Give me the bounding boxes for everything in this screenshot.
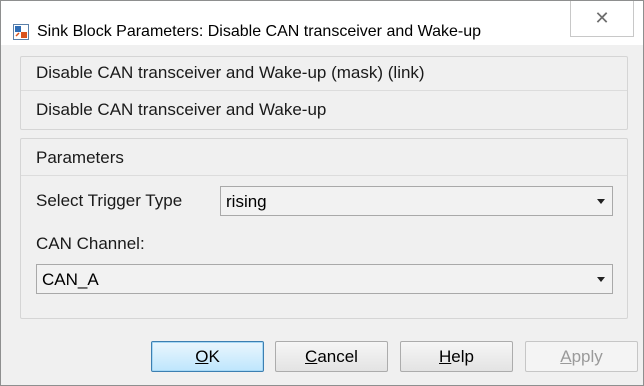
ok-label-rest: K	[208, 346, 220, 366]
cancel-button[interactable]: Cancel	[275, 341, 388, 372]
block-parameters-icon	[13, 24, 29, 40]
apply-mnemonic: A	[560, 346, 572, 366]
can-channel-value: CAN_A	[42, 270, 99, 289]
chevron-down-icon	[597, 199, 605, 204]
dialog-window: Sink Block Parameters: Disable CAN trans…	[0, 0, 644, 386]
description-divider	[21, 90, 627, 91]
ok-button[interactable]: OK	[151, 341, 264, 372]
apply-button[interactable]: Apply	[525, 341, 638, 372]
trigger-type-label: Select Trigger Type	[36, 191, 183, 210]
chevron-down-icon	[597, 277, 605, 282]
parameters-heading: Parameters	[36, 148, 124, 167]
description-heading: Disable CAN transceiver and Wake-up (mas…	[36, 63, 425, 82]
cancel-label-rest: ancel	[317, 346, 358, 366]
cancel-mnemonic: C	[305, 346, 318, 366]
help-label-rest: elp	[451, 346, 474, 366]
apply-label-rest: pply	[571, 346, 603, 366]
trigger-type-select[interactable]: rising	[220, 186, 613, 216]
title-bar[interactable]: Sink Block Parameters: Disable CAN trans…	[1, 1, 643, 45]
close-button[interactable]: ✕	[570, 1, 634, 37]
can-channel-select[interactable]: CAN_A	[36, 264, 613, 294]
parameters-divider	[21, 175, 627, 176]
description-group: Disable CAN transceiver and Wake-up (mas…	[20, 56, 628, 130]
help-button[interactable]: Help	[400, 341, 513, 372]
close-icon: ✕	[594, 8, 610, 28]
parameters-group: Parameters Select Trigger Type rising CA…	[20, 138, 628, 319]
trigger-type-value: rising	[226, 192, 267, 211]
can-channel-label: CAN Channel:	[36, 234, 145, 253]
ok-mnemonic: O	[195, 346, 209, 366]
description-text: Disable CAN transceiver and Wake-up	[36, 100, 327, 119]
help-mnemonic: H	[439, 346, 452, 366]
window-title: Sink Block Parameters: Disable CAN trans…	[37, 23, 482, 40]
